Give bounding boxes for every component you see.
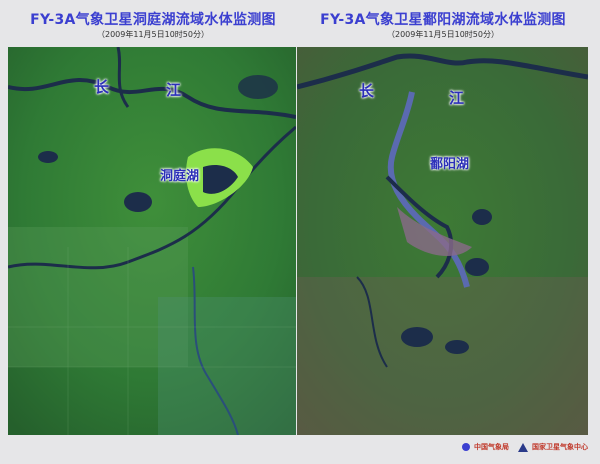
cma-name: 中国气象局 bbox=[474, 443, 509, 451]
cma-logo: 中国气象局 bbox=[462, 442, 509, 452]
label-jiang: 江 bbox=[449, 89, 465, 107]
label-dongting-lake: 洞庭湖 bbox=[160, 169, 200, 184]
label-poyang-lake: 鄱阳湖 bbox=[430, 157, 470, 172]
left-map-title: FY-3A气象卫星洞庭湖流域水体监测图 bbox=[30, 12, 276, 28]
left-map-timestamp: （2009年11月5日10时50分） bbox=[97, 30, 209, 39]
label-chang: 长 bbox=[359, 82, 375, 100]
nsmc-emblem-icon bbox=[518, 442, 528, 452]
label-jiang: 江 bbox=[166, 81, 182, 99]
cma-emblem-icon bbox=[462, 443, 470, 451]
label-chang: 长 bbox=[94, 78, 110, 96]
nsmc-logo: 国家卫星气象中心 bbox=[518, 442, 588, 452]
right-map-title: FY-3A气象卫星鄱阳湖流域水体监测图 bbox=[320, 12, 566, 28]
poyang-satellite-image: 长 江 鄱阳湖 bbox=[297, 47, 588, 435]
nsmc-name: 国家卫星气象中心 bbox=[532, 443, 588, 451]
right-map-timestamp: （2009年11月5日10时50分） bbox=[387, 30, 499, 39]
dongting-satellite-image: 长 江 洞庭湖 bbox=[8, 47, 296, 435]
